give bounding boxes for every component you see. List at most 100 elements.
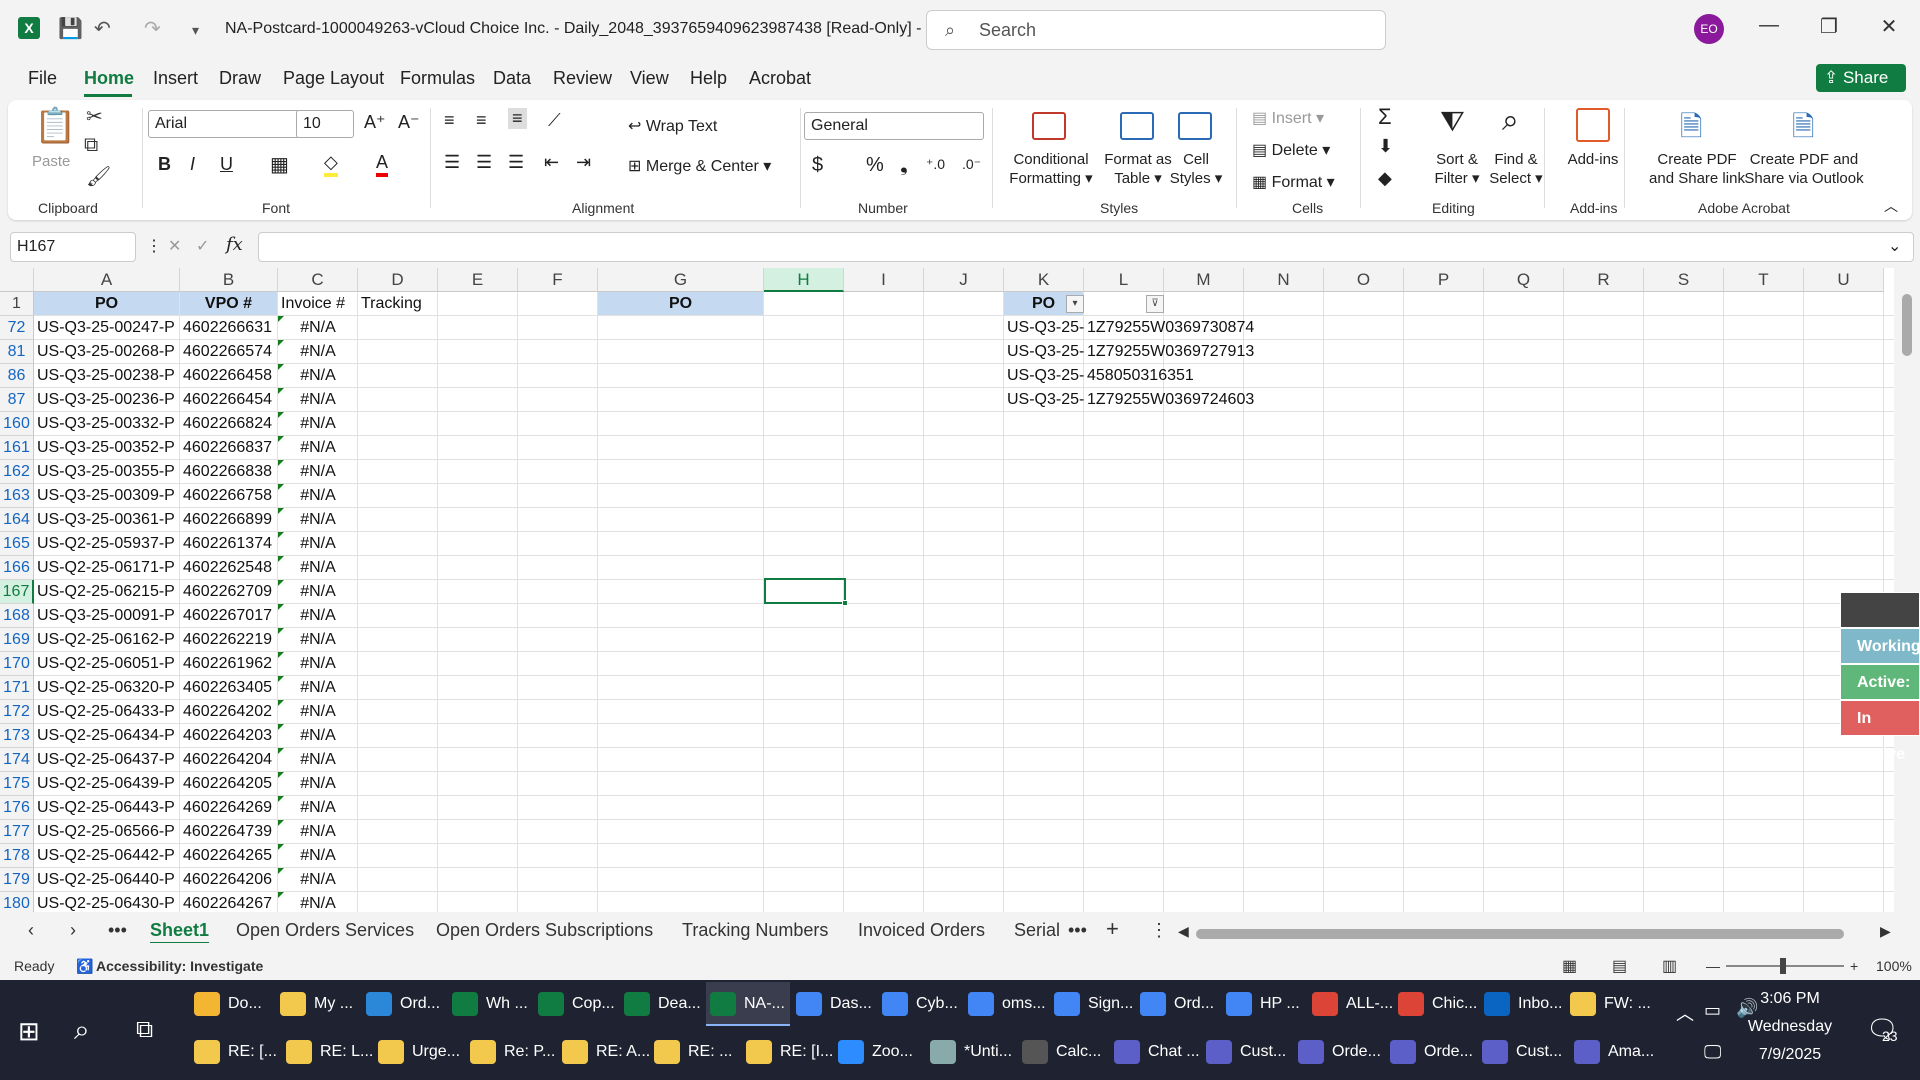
taskbar-app-row2-8[interactable]: Zoo... [834,1030,924,1074]
cell-po[interactable]: US-Q3-25-00332-P [34,412,180,436]
tab-insert[interactable]: Insert [153,68,198,89]
zoom-in-icon[interactable]: + [1850,958,1858,974]
percent-icon[interactable]: % [866,154,884,177]
copy-icon[interactable]: ⧉ [84,134,98,157]
taskbar-app-3[interactable]: Ord... [362,982,446,1026]
scroll-left-icon[interactable]: ◀ [1178,923,1189,940]
cell-po[interactable]: US-Q2-25-06162-P [34,628,180,652]
taskbar-app-11[interactable]: Sign... [1050,982,1134,1026]
cell-po[interactable]: US-Q3-25-00247-P [34,316,180,340]
cell-l-tracking[interactable]: 1Z79255W0369730874 [1084,316,1284,340]
row-header[interactable]: 1 [0,292,34,316]
taskbar-app-row2-12[interactable]: Cust... [1202,1030,1292,1074]
align-top-icon[interactable]: ≡ [444,110,455,131]
cell-invoice[interactable]: #N/A [278,364,358,388]
format-cells-button[interactable]: ▦ Format ▾ [1252,172,1335,192]
taskbar-app-15[interactable]: Chic... [1394,982,1478,1026]
windows-start-icon[interactable]: ⊞ [18,1016,40,1047]
sheet-tab-open-orders-subscriptions[interactable]: Open Orders Subscriptions [436,920,653,941]
row-header[interactable]: 167 [0,580,34,604]
taskbar-app-row2-3[interactable]: Urge... [374,1030,464,1074]
font-size-combo[interactable]: 10 [296,110,354,138]
name-box[interactable]: H167 [10,232,136,262]
sort-filter-button[interactable]: Sort & Filter ▾ [1426,150,1488,188]
row-header[interactable]: 72 [0,316,34,340]
cell-vpo[interactable]: 4602266758 [180,484,278,508]
normal-view-icon[interactable]: ▦ [1562,956,1577,976]
expand-formula-icon[interactable]: ⌄ [1888,236,1901,256]
zoom-slider-thumb[interactable] [1780,958,1786,974]
row-header[interactable]: 163 [0,484,34,508]
taskbar-app-2[interactable]: My ... [276,982,360,1026]
cell-po[interactable]: US-Q2-25-06566-P [34,820,180,844]
header-cell-c[interactable]: Invoice # [278,292,357,316]
cell-po[interactable]: US-Q2-25-06440-P [34,868,180,892]
prev-sheet-icon[interactable]: ‹ [28,920,34,941]
cell-vpo[interactable]: 4602261374 [180,532,278,556]
share-button[interactable]: ⇪ Share [1816,64,1906,92]
confirm-entry-icon[interactable]: ✓ [196,236,209,256]
column-header-k[interactable]: K [1004,268,1084,292]
cell-po[interactable]: US-Q2-25-06171-P [34,556,180,580]
cell-k-po[interactable]: US-Q3-25- [1004,388,1084,412]
customize-qat-icon[interactable]: ▾ [192,22,199,39]
tab-acrobat[interactable]: Acrobat [749,68,811,89]
underline-icon[interactable]: U [220,154,233,175]
cell-invoice[interactable]: #N/A [278,724,358,748]
cell-po[interactable]: US-Q2-25-06430-P [34,892,180,912]
cell-k-po[interactable]: US-Q3-25- [1004,316,1084,340]
cell-l-tracking[interactable]: 1Z79255W0369727913 [1084,340,1284,364]
clock-time[interactable]: 3:06 PM [1740,990,1840,1008]
addins-button[interactable]: Add-ins [1558,150,1628,169]
taskbar-app-16[interactable]: Inbo... [1480,982,1564,1026]
taskbar-app-row2-6[interactable]: RE: ... [650,1030,740,1074]
row-header[interactable]: 86 [0,364,34,388]
cell-vpo[interactable]: 4602263405 [180,676,278,700]
taskbar-app-10[interactable]: oms... [964,982,1048,1026]
merge-center-button[interactable]: ⊞ Merge & Center ▾ [628,156,771,176]
taskbar-app-17[interactable]: FW: ... [1566,982,1651,1026]
cell-vpo[interactable]: 4602266899 [180,508,278,532]
inactive-button[interactable]: In Active [1840,700,1920,763]
network-icon[interactable]: 🖵 [1704,1042,1721,1063]
more-options-icon[interactable]: ⋮ [146,236,162,256]
fill-color-icon[interactable]: ◇ [324,152,338,177]
taskbar-app-row2-11[interactable]: Chat ... [1110,1030,1200,1074]
cell-vpo[interactable]: 4602261962 [180,652,278,676]
autosum-icon[interactable]: Σ [1378,104,1392,130]
cell-po[interactable]: US-Q3-25-00355-P [34,460,180,484]
cell-po[interactable]: US-Q3-25-00236-P [34,388,180,412]
cell-invoice[interactable]: #N/A [278,892,358,912]
taskbar-app-4[interactable]: Wh ... [448,982,532,1026]
cell-po[interactable]: US-Q3-25-00268-P [34,340,180,364]
cell-invoice[interactable]: #N/A [278,580,358,604]
align-middle-icon[interactable]: ≡ [476,110,487,131]
next-sheet-icon[interactable]: › [70,920,76,941]
sheet-tab-invoiced-orders[interactable]: Invoiced Orders [858,920,985,941]
cell-k-po[interactable]: US-Q3-25- [1004,340,1084,364]
taskbar-app-row2-7[interactable]: RE: [I... [742,1030,833,1074]
cell-vpo[interactable]: 4602264202 [180,700,278,724]
row-header[interactable]: 161 [0,436,34,460]
italic-icon[interactable]: I [190,154,195,175]
cell-po[interactable]: US-Q2-25-06051-P [34,652,180,676]
cell-invoice[interactable]: #N/A [278,700,358,724]
column-header-p[interactable]: P [1404,268,1484,292]
row-header[interactable]: 165 [0,532,34,556]
cell-po[interactable]: US-Q2-25-05937-P [34,532,180,556]
task-view-icon[interactable]: ⧉ [136,1016,153,1044]
cell-invoice[interactable]: #N/A [278,460,358,484]
sheet-tab-tracking-numbers[interactable]: Tracking Numbers [682,920,828,941]
row-header[interactable]: 172 [0,700,34,724]
tab-help[interactable]: Help [690,68,727,89]
cell-invoice[interactable]: #N/A [278,388,358,412]
fill-handle[interactable] [842,600,848,606]
row-header[interactable]: 173 [0,724,34,748]
increase-font-icon[interactable]: A⁺ [364,112,386,133]
cell-invoice[interactable]: #N/A [278,532,358,556]
row-header[interactable]: 164 [0,508,34,532]
cell-po[interactable]: US-Q2-25-06443-P [34,796,180,820]
row-header[interactable]: 160 [0,412,34,436]
zoom-level[interactable]: 100% [1876,958,1912,974]
header-cell-g[interactable]: PO [598,292,763,316]
